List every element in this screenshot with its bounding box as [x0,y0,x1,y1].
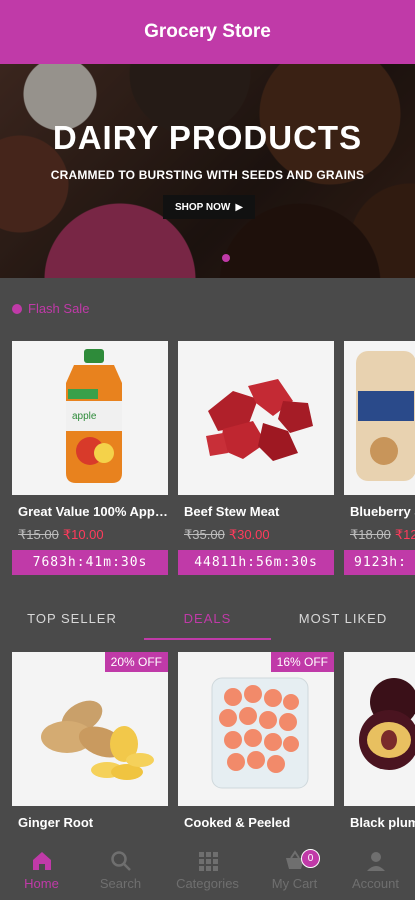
product-name: Ginger Root [18,815,94,830]
search-icon [110,851,131,871]
product-name: Cooked & Peeled [184,815,291,830]
app-bar: Grocery Store [0,0,415,64]
grid-icon [198,852,218,871]
nav-label: Account [352,876,399,891]
new-price: ₹10.00 [62,527,104,542]
bottom-navigation: Home Search Categories My Cart 0 Account [0,840,415,900]
tab-deals[interactable]: DEALS [144,598,271,638]
flash-sale-list[interactable]: apple Great Value 100% Apple Juice ₹15.0… [0,341,415,581]
product-tabs: TOP SELLER DEALS MOST LIKED [0,598,415,642]
flash-sale-header: Flash Sale [12,301,89,316]
cart-count-badge: 0 [301,849,320,868]
product-name: Great Value 100% Apple Juice [18,504,168,519]
nav-label: Home [24,876,59,891]
product-prices: ₹15.00 ₹10.00 [18,527,104,543]
nav-label: My Cart [271,876,318,891]
svg-text:apple: apple [72,411,97,422]
deal-card[interactable]: Black plum [344,652,415,842]
product-card[interactable]: Blueberry S ₹18.00₹12 9123h: [344,341,415,581]
old-price: ₹15.00 [18,527,59,542]
shop-now-label: SHOP NOW [174,201,231,213]
countdown-timer: 9123h: [344,550,415,575]
deal-card[interactable]: 20% OFF Ginger Root [12,652,168,842]
new-price: ₹12 [394,527,415,542]
product-image-beef [178,341,334,495]
flash-sale-label: Flash Sale [28,301,90,316]
flash-dot-icon [12,303,22,314]
product-prices: ₹18.00 ₹12 [350,527,415,543]
product-image-blueberry-bagels [344,341,415,495]
discount-badge: 16% OFF [270,652,334,672]
banner-title: DAIRY PRODUCTS [52,119,363,156]
nav-label: Search [99,876,142,891]
product-name: Beef Stew Meat [184,504,280,519]
product-card[interactable]: apple Great Value 100% Apple Juice ₹15.0… [12,341,168,581]
deal-card[interactable]: 16% OFF Cooked & Peeled [178,652,334,842]
product-name: Black plum [350,815,415,830]
tab-top-seller[interactable]: TOP SELLER [0,598,144,638]
app-title: Grocery Store [144,21,271,42]
countdown-timer: 7683h:41m:30s [12,550,168,575]
tab-most-liked[interactable]: MOST LIKED [271,598,415,638]
nav-categories[interactable]: Categories [166,840,249,900]
active-tab-indicator [144,638,271,640]
product-image-shrimp [178,652,334,806]
new-price: ₹30.00 [228,527,270,542]
product-card[interactable]: Beef Stew Meat ₹35.00 ₹30.00 44811h:56m:3… [178,341,334,581]
home-icon [32,852,51,870]
account-icon [366,852,385,871]
carousel-indicator[interactable] [222,254,230,262]
nav-home[interactable]: Home [0,840,83,900]
nav-search[interactable]: Search [79,840,162,900]
play-icon: ▶ [235,201,244,213]
shop-now-button[interactable]: SHOP NOW ▶ [163,195,255,219]
nav-my-cart[interactable]: My Cart 0 [253,840,336,900]
deals-list[interactable]: 20% OFF Ginger Root 16% OFF Cooked & Pee… [0,652,415,842]
countdown-timer: 44811h:56m:30s [178,550,334,575]
product-prices: ₹35.00 ₹30.00 [184,527,270,543]
banner-subtitle: CRAMMED TO BURSTING WITH SEEDS AND GRAIN… [50,168,365,182]
product-image-black-plum [344,652,415,806]
product-image-apple-juice: apple [12,341,168,495]
product-name: Blueberry S [350,504,415,519]
old-price: ₹18.00 [350,527,391,542]
nav-account[interactable]: Account [334,840,415,900]
nav-label: Categories [176,876,239,891]
promo-banner[interactable]: DAIRY PRODUCTS CRAMMED TO BURSTING WITH … [0,64,415,278]
old-price: ₹35.00 [184,527,225,542]
discount-badge: 20% OFF [104,652,168,672]
product-image-ginger [12,652,168,806]
